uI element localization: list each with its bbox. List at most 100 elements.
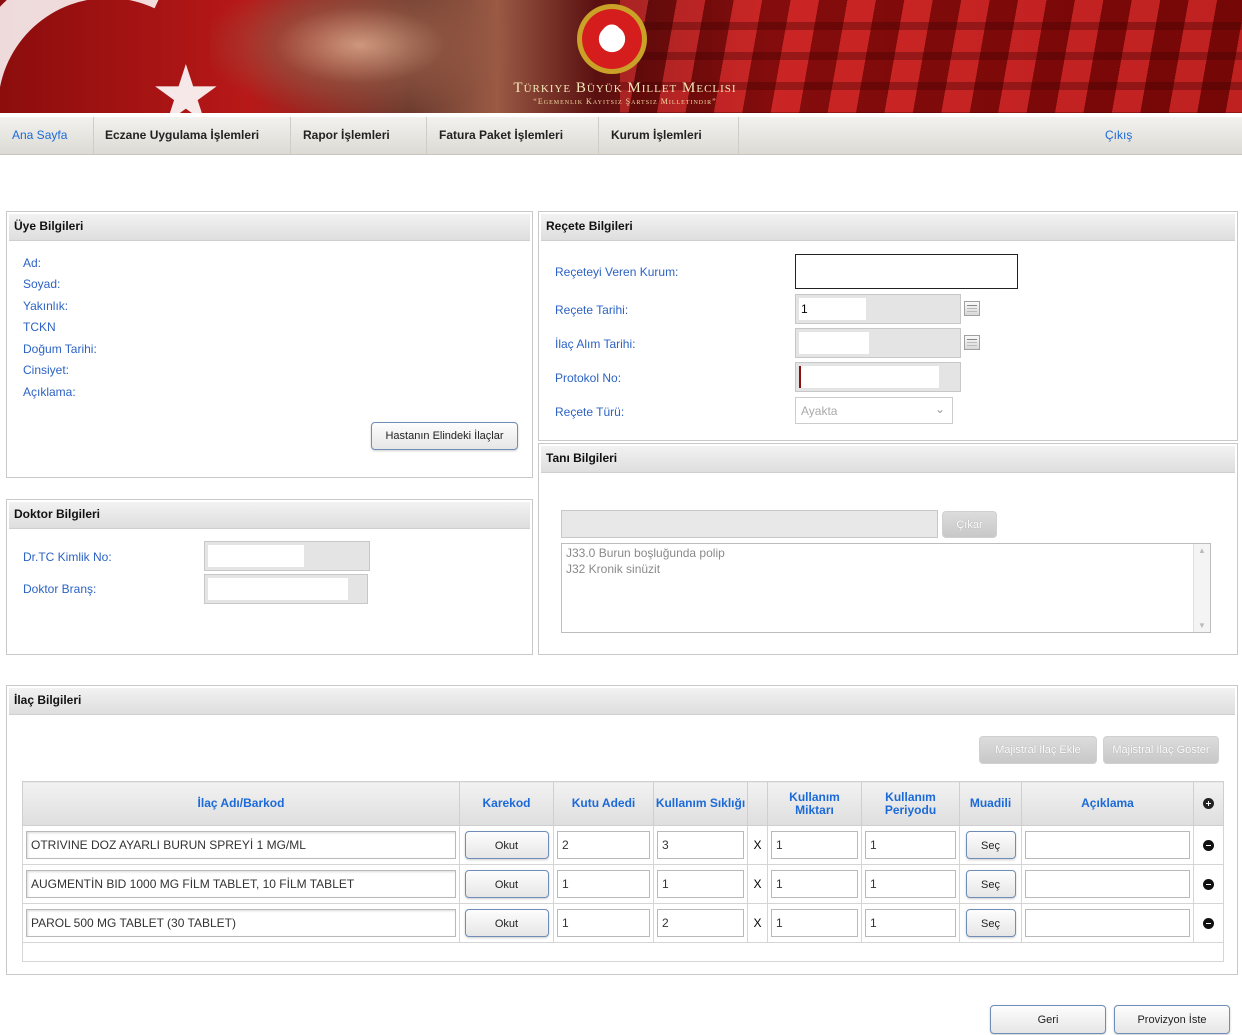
issuing-institution-label: Reçeteyi Veren Kurum: xyxy=(555,265,679,279)
multiply-sign: X xyxy=(747,864,768,904)
period-input[interactable]: 1 xyxy=(865,831,956,859)
table-row: OTRIVINE DOZ AYARLI BURUN SPREYİ 1 MG/ML… xyxy=(22,825,1224,865)
remove-diagnosis-button[interactable]: Çıkar xyxy=(942,511,997,538)
dispense-date-label: İlaç Alım Tarihi: xyxy=(555,337,636,351)
period-input[interactable]: 1 xyxy=(865,870,956,898)
scan-karekod-button[interactable]: Okut xyxy=(464,870,549,898)
table-row: PAROL 500 MG TABLET (30 TABLET) Okut 1 2… xyxy=(22,903,1224,943)
diagnosis-list[interactable]: J33.0 Burun boşluğunda polip J32 Kronik … xyxy=(561,543,1211,633)
drug-name-input[interactable]: PAROL 500 MG TABLET (30 TABLET) xyxy=(26,909,456,937)
diagnosis-info-title: Tanı Bilgileri xyxy=(541,446,1235,473)
period-input[interactable]: 1 xyxy=(865,909,956,937)
member-note-label: Açıklama: xyxy=(23,385,76,399)
member-info-panel: Üye Bilgileri Ad: Soyad: Yakınlık: TCKN … xyxy=(6,211,533,478)
multiply-sign: X xyxy=(747,903,768,943)
prescription-type-value: Ayakta xyxy=(801,404,838,418)
col-drug-name: İlaç Adı/Barkod xyxy=(22,781,460,826)
member-tckn-label: TCKN xyxy=(23,320,56,334)
add-row-icon[interactable] xyxy=(1203,798,1214,809)
drug-table-header: İlaç Adı/Barkod Karekod Kutu Adedi Kulla… xyxy=(22,781,1224,826)
doctor-branch-label: Doktor Branş: xyxy=(23,582,97,596)
prescription-info-title: Reçete Bilgileri xyxy=(541,214,1235,241)
add-magistral-drug-button[interactable]: Majistral İlaç Ekle xyxy=(979,736,1097,764)
prescription-date-label: Reçete Tarihi: xyxy=(555,303,629,317)
member-gender-label: Cinsiyet: xyxy=(23,363,70,377)
member-birthdate-label: Doğum Tarihi: xyxy=(23,342,97,356)
doctor-info-panel: Doktor Bilgileri Dr.TC Kimlik No: Doktor… xyxy=(6,499,533,655)
drug-name-input[interactable]: AUGMENTİN BID 1000 MG FİLM TABLET, 10 Fİ… xyxy=(26,870,456,898)
col-karekod: Karekod xyxy=(459,781,554,826)
prescription-info-panel: Reçete Bilgileri Reçeteyi Veren Kurum: R… xyxy=(538,211,1238,441)
request-provision-button[interactable]: Provizyon İste xyxy=(1114,1005,1230,1034)
col-box-count: Kutu Adedi xyxy=(553,781,654,826)
box-count-input[interactable]: 2 xyxy=(557,831,650,859)
calendar-icon[interactable] xyxy=(964,335,980,350)
diagnosis-info-panel: Tanı Bilgileri Çıkar J33.0 Burun boşluğu… xyxy=(538,443,1238,655)
diagnosis-input[interactable] xyxy=(561,510,938,538)
drug-name-input[interactable]: OTRIVINE DOZ AYARLI BURUN SPREYİ 1 MG/ML xyxy=(26,831,456,859)
prescription-type-select[interactable]: Ayakta ⌄ xyxy=(795,397,953,424)
col-equivalent: Muadili xyxy=(959,781,1022,826)
dispense-date-input[interactable] xyxy=(795,328,961,358)
drug-table: İlaç Adı/Barkod Karekod Kutu Adedi Kulla… xyxy=(22,781,1224,962)
scroll-down-icon[interactable]: ▼ xyxy=(1198,621,1206,630)
nav-rapor-islemleri[interactable]: Rapor İşlemleri xyxy=(291,117,427,154)
col-period: Kullanım Periyodu xyxy=(861,781,960,826)
nav-eczane-uygulama[interactable]: Eczane Uygulama İşlemleri xyxy=(93,117,291,154)
prescription-type-label: Reçete Türü: xyxy=(555,405,625,419)
nav-exit-link[interactable]: Çıkış xyxy=(1093,117,1157,154)
select-equivalent-button[interactable]: Seç xyxy=(965,909,1016,937)
protocol-no-label: Protokol No: xyxy=(555,371,622,385)
doctor-info-title: Doktor Bilgileri xyxy=(9,502,530,529)
remove-row-icon[interactable] xyxy=(1203,839,1214,851)
chevron-down-icon: ⌄ xyxy=(934,402,945,416)
member-relation-label: Yakınlık: xyxy=(23,299,69,313)
issuing-institution-input[interactable] xyxy=(795,254,1018,289)
col-frequency: Kullanım Sıklığı xyxy=(653,781,748,826)
remove-row-icon[interactable] xyxy=(1203,878,1214,890)
select-equivalent-button[interactable]: Seç xyxy=(965,831,1016,859)
description-input[interactable] xyxy=(1025,831,1190,859)
frequency-input[interactable]: 2 xyxy=(657,909,744,937)
header-banner: ★ ☪ Türkiye Büyük Millet Meclisi “Egemen… xyxy=(0,0,1242,113)
nav-ana-sayfa[interactable]: Ana Sayfa xyxy=(0,117,94,154)
amount-input[interactable]: 1 xyxy=(771,870,858,898)
scroll-up-icon[interactable]: ▲ xyxy=(1198,546,1206,555)
protocol-no-input[interactable] xyxy=(795,362,961,392)
doctor-tc-label: Dr.TC Kimlik No: xyxy=(23,550,112,564)
diagnosis-item[interactable]: J32 Kronik sinüzit xyxy=(566,562,660,577)
amount-input[interactable]: 1 xyxy=(771,831,858,859)
col-amount: Kullanım Miktarı xyxy=(767,781,862,826)
col-description: Açıklama xyxy=(1021,781,1194,826)
portrait-image xyxy=(210,0,510,113)
frequency-input[interactable]: 3 xyxy=(657,831,744,859)
doctor-tc-input[interactable] xyxy=(204,541,370,571)
patient-drugs-button[interactable]: Hastanın Elindeki İlaçlar xyxy=(371,422,518,450)
description-input[interactable] xyxy=(1025,870,1190,898)
calendar-icon[interactable] xyxy=(964,301,980,316)
show-magistral-drug-button[interactable]: Majistral İlaç Göster xyxy=(1103,736,1219,764)
box-count-input[interactable]: 1 xyxy=(557,909,650,937)
crescent-star-icon: ☪ xyxy=(600,20,624,50)
scan-karekod-button[interactable]: Okut xyxy=(464,831,549,859)
select-equivalent-button[interactable]: Seç xyxy=(965,870,1016,898)
drug-info-title: İlaç Bilgileri xyxy=(9,688,1235,715)
frequency-input[interactable]: 1 xyxy=(657,870,744,898)
scan-karekod-button[interactable]: Okut xyxy=(464,909,549,937)
remove-row-icon[interactable] xyxy=(1203,917,1214,929)
description-input[interactable] xyxy=(1025,909,1190,937)
diagnosis-scrollbar[interactable]: ▲ ▼ xyxy=(1193,544,1210,632)
prescription-date-input[interactable]: 1 xyxy=(795,294,961,324)
nav-fatura-paket[interactable]: Fatura Paket İşlemleri xyxy=(427,117,599,154)
member-info-title: Üye Bilgileri xyxy=(9,214,530,241)
amount-input[interactable]: 1 xyxy=(771,909,858,937)
back-button[interactable]: Geri xyxy=(990,1005,1106,1034)
top-navigation: Ana Sayfa Eczane Uygulama İşlemleri Rapo… xyxy=(0,117,1242,155)
member-surname-label: Soyad: xyxy=(23,277,61,291)
diagnosis-item[interactable]: J33.0 Burun boşluğunda polip xyxy=(566,546,725,561)
table-empty-row xyxy=(22,942,1224,962)
banner-subtitle: “Egemenlik Kayıtsız Şartsız Milletindir” xyxy=(533,97,717,106)
box-count-input[interactable]: 1 xyxy=(557,870,650,898)
doctor-branch-input[interactable] xyxy=(204,574,368,604)
nav-kurum-islemleri[interactable]: Kurum İşlemleri xyxy=(599,117,739,154)
